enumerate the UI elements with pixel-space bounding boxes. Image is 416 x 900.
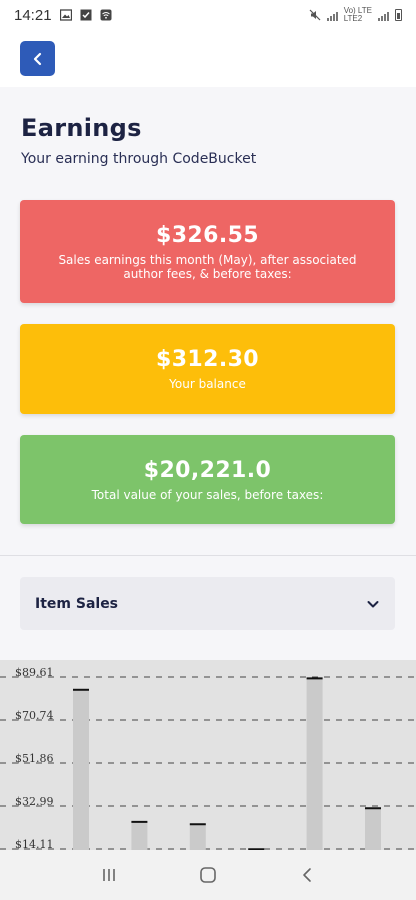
chart-bar [189,824,206,850]
chart-bar [365,808,381,850]
total-sales-value: $20,221.0 [143,457,272,483]
battery-icon [395,9,402,21]
mute-icon [309,9,321,21]
network-label: Vo) LTE LTE2 [343,6,372,23]
monthly-earnings-value: $326.55 [155,222,259,248]
signal-icon-2 [378,10,389,21]
back-button[interactable] [20,41,55,76]
status-time: 14:21 [14,6,52,24]
recents-button[interactable] [89,855,129,895]
recents-icon [103,869,116,881]
status-bar: 14:21 Vo) LTE LTE2 [0,0,416,30]
chart-svg: $89.61 $70.74 $51.86 $32.99 $14.11 [0,666,416,850]
y-tick-label: $89.61 [15,666,54,679]
checkbox-icon [80,9,92,21]
balance-value: $312.30 [155,347,259,372]
page-subtitle: Your earning through CodeBucket [21,151,257,167]
home-icon [200,867,216,883]
y-tick-label: $70.74 [15,709,54,722]
top-app-bar [0,30,416,87]
nav-back-button[interactable] [287,855,327,895]
chevron-left-icon [33,52,41,65]
y-tick-label: $32.99 [15,795,54,808]
balance-card: $312.30 Your balance [20,324,395,414]
monthly-earnings-label: Sales earnings this month (May), after a… [58,252,357,281]
chart-bar [131,821,148,850]
image-icon [59,9,72,21]
select-value: Item Sales [35,595,119,612]
system-nav-bar [0,850,416,900]
item-sales-chart: $89.61 $70.74 $51.86 $32.99 $14.11 [0,660,416,850]
home-button[interactable] [188,855,228,895]
signal-icon [326,10,338,21]
chevron-down-icon [367,600,379,607]
section-divider [0,555,416,556]
item-sales-select[interactable]: Item Sales [20,577,395,630]
page-title: Earnings [21,114,142,142]
y-tick-label: $51.86 [15,752,54,765]
back-icon [302,868,311,882]
y-tick-label: $14.11 [15,838,54,850]
monthly-earnings-card: $326.55 Sales earnings this month (May),… [20,200,395,303]
total-sales-label: Total value of your sales, before taxes: [91,487,324,502]
chart-bar [73,689,89,850]
wifi-box-icon [100,9,112,21]
total-sales-card: $20,221.0 Total value of your sales, bef… [20,435,395,524]
chart-bar [306,678,323,850]
balance-label: Your balance [169,377,246,391]
